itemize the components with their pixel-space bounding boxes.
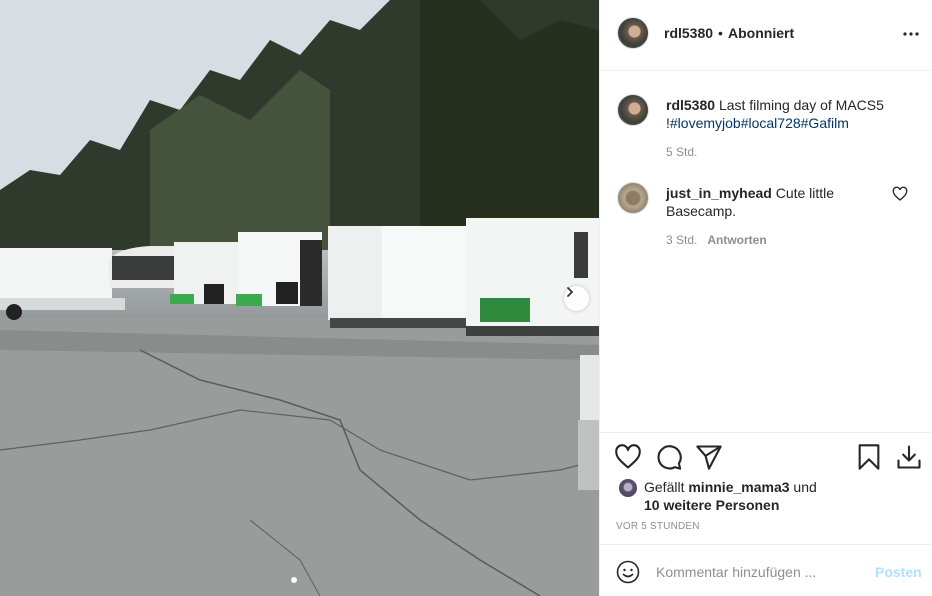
heart-icon[interactable]	[614, 443, 642, 471]
more-horizontal-icon	[903, 32, 919, 36]
chevron-right-icon	[567, 287, 574, 297]
likes-others-link[interactable]: 10 weitere Personen	[644, 497, 779, 513]
author-username[interactable]: rdl5380	[664, 25, 713, 41]
reply-button[interactable]: Antworten	[707, 233, 766, 247]
likes-middle: und	[793, 479, 817, 495]
caption-hashtags[interactable]: #lovemyjob#local728#Gafilm	[670, 115, 849, 131]
post-detail-panel: rdl5380 • Abonniert rdl5380 Last filming…	[599, 0, 932, 596]
paper-plane-icon[interactable]	[695, 443, 723, 471]
carousel-dot-active	[291, 577, 297, 583]
comment-form: Posten	[600, 544, 932, 596]
author-avatar[interactable]	[617, 17, 649, 49]
comment-bubble-icon[interactable]	[655, 443, 683, 471]
smiley-icon[interactable]	[616, 560, 640, 584]
caption-username[interactable]: rdl5380	[666, 97, 715, 113]
caption-time[interactable]: 5 Std.	[666, 145, 697, 159]
more-options-button[interactable]	[900, 26, 922, 42]
photo-scene	[0, 0, 599, 596]
commenter-username[interactable]: just_in_myhead	[666, 185, 772, 201]
bookmark-icon[interactable]	[855, 443, 883, 471]
likes-text: Gefällt minnie_mama3 und 10 weitere Pers…	[644, 478, 834, 514]
commenter-avatar[interactable]	[617, 182, 649, 214]
liker-avatar[interactable]	[618, 478, 638, 498]
caption-text: rdl5380 Last filming day of MACS5 !#love…	[666, 96, 886, 132]
comment-input[interactable]	[656, 563, 856, 581]
comment-time[interactable]: 3 Std.	[666, 233, 697, 247]
liker-username[interactable]: minnie_mama3	[688, 479, 789, 495]
comment-text: just_in_myhead Cute little Basecamp.	[666, 184, 886, 220]
carousel-next-button[interactable]	[564, 286, 589, 311]
action-bar	[600, 432, 932, 482]
likes-prefix: Gefällt	[644, 479, 685, 495]
post-timestamp[interactable]: VOR 5 STUNDEN	[616, 521, 700, 532]
caption-avatar[interactable]	[617, 94, 649, 126]
post-comment-button[interactable]: Posten	[875, 564, 922, 580]
header-separator: •	[718, 25, 723, 41]
post-header: rdl5380 • Abonniert	[600, 0, 932, 71]
download-icon[interactable]	[895, 443, 923, 471]
post-photo[interactable]	[0, 0, 599, 596]
follow-status-button[interactable]: Abonniert	[728, 25, 794, 41]
comment-meta: 3 Std. Antworten	[666, 233, 767, 247]
comment-like-icon[interactable]	[892, 186, 908, 202]
